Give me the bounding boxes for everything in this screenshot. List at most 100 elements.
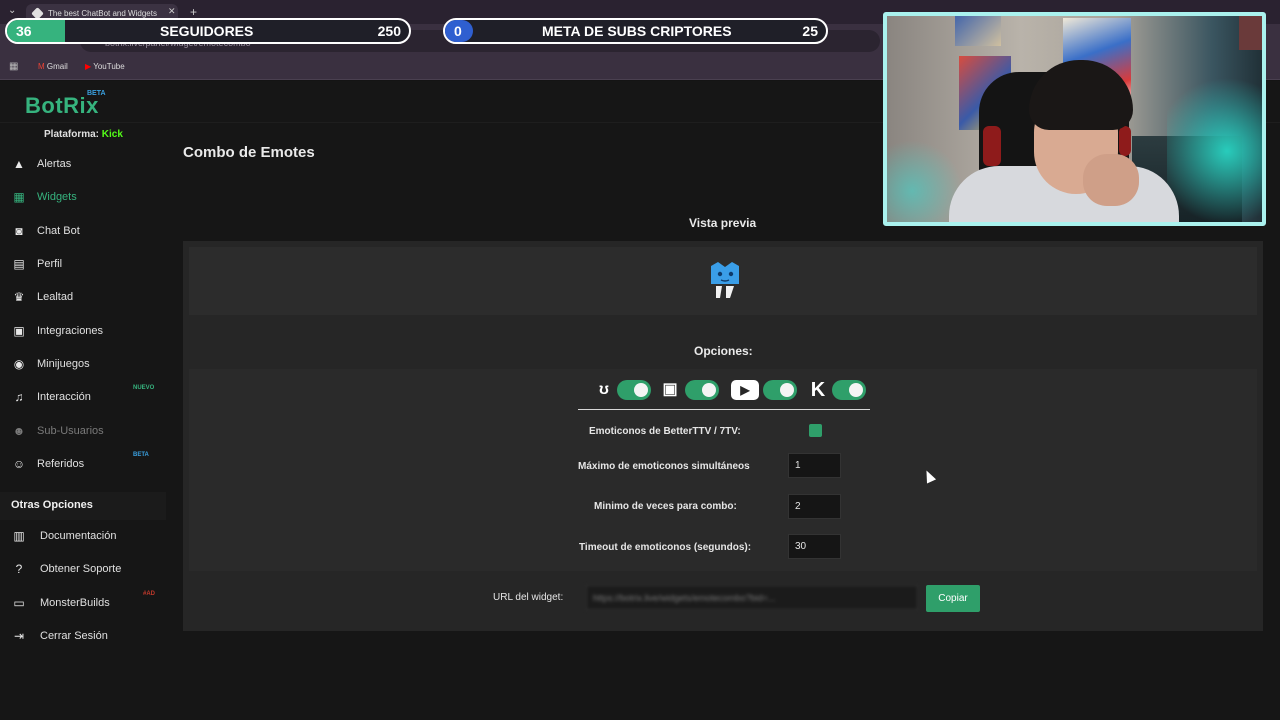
sidebar-item-soporte[interactable]: ? Obtener Soporte (0, 557, 166, 583)
min-combo-label: Minimo de veces para combo: (594, 501, 737, 512)
sidebar-item-label: Obtener Soporte (40, 563, 122, 575)
bookmark-youtube-label: YouTube (93, 62, 125, 71)
timeout-input[interactable]: 30 (788, 534, 841, 559)
min-combo-input[interactable]: 2 (788, 494, 841, 519)
gamepad-icon: ◉ (13, 357, 25, 371)
widget-url-field[interactable]: https://botrix.live/widgets/emotecombo?b… (586, 585, 918, 610)
subs-current: 0 (454, 23, 462, 39)
beta-badge: BETA (133, 452, 149, 458)
new-tab-icon[interactable]: + (190, 5, 197, 19)
bttv-label: Emoticonos de BetterTTV / 7TV: (589, 426, 741, 437)
timeout-label: Timeout de emoticonos (segundos): (579, 542, 752, 553)
preview-box (189, 247, 1257, 315)
copy-button[interactable]: Copiar (926, 585, 980, 612)
ad-badge: #AD (143, 591, 156, 597)
poster-image (955, 16, 1001, 46)
sidebar-item-widgets[interactable]: ▦ Widgets (0, 185, 166, 211)
toggle-kick[interactable] (832, 380, 866, 400)
question-icon: ? (15, 562, 23, 576)
sidebar-item-lealtad[interactable]: ♛ Lealtad (0, 285, 166, 311)
twitch-icon: ▣ (662, 381, 678, 398)
sidebar-item-label: Sub-Usuarios (37, 425, 104, 437)
options-box: ʊ ▣ ▶ K Emoticonos de BetterTTV / 7TV: M… (189, 369, 1257, 571)
sidebar-item-label: Minijuegos (37, 358, 90, 370)
bttv-icon: ʊ (599, 381, 609, 398)
bookmark-youtube[interactable]: ▶ YouTube (85, 62, 125, 71)
other-options-title: Otras Opciones (0, 492, 166, 520)
logout-icon: ⇥ (13, 629, 25, 643)
subs-title: META DE SUBS CRIPTORES (542, 23, 732, 39)
trophy-icon: ♛ (13, 290, 25, 304)
close-tab-icon[interactable]: ✕ (168, 6, 176, 17)
sidebar-item-perfil[interactable]: ▤ Perfil (0, 252, 166, 278)
sidebar-item-label: Widgets (37, 191, 77, 203)
bookmark-gmail[interactable]: M Gmail (38, 62, 68, 71)
streamer-hand (1083, 154, 1139, 206)
poster-image (1239, 16, 1262, 50)
sidebar-item-subusuarios[interactable]: ☻ Sub-Usuarios (0, 419, 166, 445)
sidebar-item-label: Interacción (37, 391, 91, 403)
tab-title: The best ChatBot and Widgets (48, 9, 157, 18)
sidebar-item-label: Integraciones (37, 325, 104, 337)
sidebar-item-chatbot[interactable]: ◙ Chat Bot (0, 219, 166, 245)
platform-value: Kick (101, 129, 123, 140)
kick-icon: K (810, 379, 826, 401)
options-title: Opciones: (694, 344, 753, 358)
toggle-youtube[interactable] (763, 380, 797, 400)
user-group-icon: ☺ (12, 457, 26, 471)
sidebar-item-monsterbuilds[interactable]: ▭ MonsterBuilds #AD (0, 591, 166, 617)
max-emotes-label: Máximo de emoticonos simultáneos (578, 461, 750, 472)
followers-goal: 250 (377, 23, 401, 39)
sidebar-item-cerrar-sesion[interactable]: ⇥ Cerrar Sesión (0, 624, 166, 650)
platform-indicator: Plataforma: Kick (44, 129, 123, 140)
led-glow (1167, 66, 1262, 222)
grid-icon: ▦ (13, 190, 25, 204)
id-card-icon: ▤ (13, 257, 25, 271)
sidebar-item-label: Referidos (37, 458, 85, 470)
apps-grid-icon[interactable]: ▦ (9, 61, 18, 72)
sidebar-item-label: Chat Bot (37, 225, 80, 237)
chair-accent (1119, 126, 1131, 156)
gmail-icon: M (38, 62, 45, 71)
laptop-icon: ▭ (13, 596, 25, 610)
followers-goal-bar: 36 SEGUIDORES 250 (5, 18, 411, 44)
sidebar-item-integraciones[interactable]: ▣ Integraciones (0, 319, 166, 345)
bttv-checkbox[interactable] (809, 424, 822, 437)
bookmark-gmail-label: Gmail (46, 62, 68, 71)
sidebar-item-label: Documentación (40, 530, 117, 542)
toggle-knob (849, 383, 863, 397)
logo-beta-badge: BETA (87, 90, 106, 97)
toggle-twitch[interactable] (685, 380, 719, 400)
widget-url-label: URL del widget: (493, 592, 564, 603)
sidebar-item-referidos[interactable]: ☺ Referidos BETA (0, 452, 166, 478)
followers-current: 36 (16, 23, 32, 39)
sidebar-item-interaccion[interactable]: ♫ Interacción NUEVO (0, 385, 166, 411)
warning-icon: ▲ (13, 157, 25, 171)
music-icon: ♫ (14, 390, 24, 404)
max-emotes-input[interactable]: 1 (788, 453, 841, 478)
subs-goal: 25 (802, 23, 818, 39)
sidebar-item-minijuegos[interactable]: ◉ Minijuegos (0, 352, 166, 378)
tab-search-icon[interactable]: ⌄ (8, 5, 16, 16)
toggle-platform-1[interactable] (617, 380, 651, 400)
sidebar-item-label: Perfil (37, 258, 63, 270)
toggle-knob (702, 383, 716, 397)
platform-label: Plataforma: (44, 129, 100, 140)
subs-goal-bar: 0 META DE SUBS CRIPTORES 25 (443, 18, 828, 44)
users-icon: ☻ (12, 424, 26, 438)
sidebar-item-label: Lealtad (37, 291, 74, 303)
sidebar-item-documentacion[interactable]: ▥ Documentación (0, 524, 166, 550)
page-title: Combo de Emotes (183, 144, 315, 161)
emote-preview-icon (711, 262, 739, 298)
sidebar-item-alertas[interactable]: ▲ Alertas (0, 152, 166, 178)
youtube-icon: ▶ (85, 62, 92, 71)
webcam-overlay (883, 12, 1266, 226)
sidebar: Plataforma: Kick ▲ Alertas ▦ Widgets ◙ C… (0, 123, 166, 720)
new-badge: NUEVO (133, 385, 155, 391)
book-icon: ▥ (13, 529, 25, 543)
robot-icon: ◙ (15, 224, 23, 238)
sidebar-item-label: Cerrar Sesión (40, 630, 108, 642)
widget-panel: Opciones: ʊ ▣ ▶ K Emoticonos de BetterTT… (183, 241, 1263, 631)
toggle-knob (780, 383, 794, 397)
chair-accent (983, 126, 1001, 166)
